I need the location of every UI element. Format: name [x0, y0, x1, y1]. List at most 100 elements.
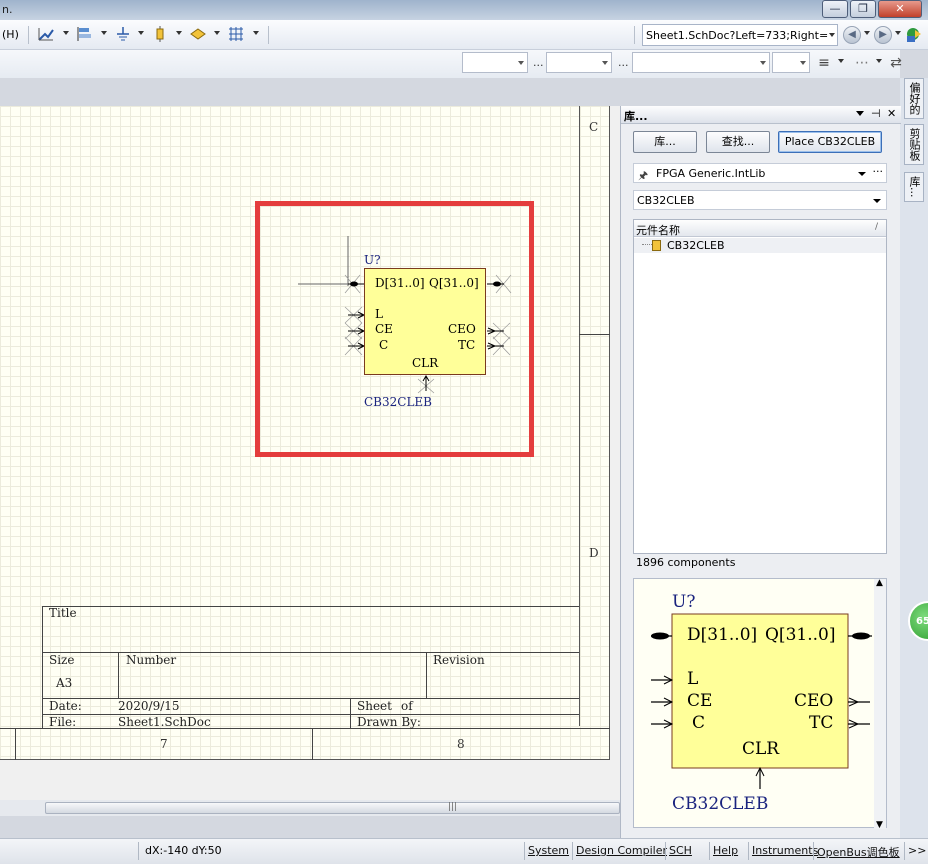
arrange-icon[interactable]: ⇄ [886, 54, 906, 72]
status-system-button[interactable]: System [524, 842, 572, 860]
status-help-button[interactable]: Help [709, 842, 741, 860]
title-block-line [426, 652, 427, 698]
libraries-button[interactable]: 库... [633, 131, 697, 153]
component-preview: U? D[31..0] Q[31..0] L CE C CEO TC CLR C… [633, 578, 887, 830]
drawing-tools-dropdown-icon[interactable] [63, 31, 69, 35]
grid-dropdown-icon[interactable] [253, 31, 259, 35]
power-dropdown-icon[interactable] [138, 31, 144, 35]
scrollbar-thumb[interactable]: ||| [45, 802, 620, 814]
preview-pin-clr: CLR [742, 739, 780, 759]
zone-label-d: D [589, 546, 599, 560]
status-sch-button[interactable]: SCH [665, 842, 695, 860]
window-titlebar: n. — ❐ ✕ [0, 0, 928, 20]
pin-panel-icon[interactable]: ⊣ [871, 107, 881, 120]
sheet-label: Sheet [357, 699, 392, 713]
sheet-symbol-icon[interactable] [188, 26, 208, 44]
chevron-down-icon [873, 199, 881, 203]
highlight-annotation [255, 201, 534, 457]
line-style-dropdown-icon[interactable] [838, 59, 844, 63]
size-combo[interactable] [546, 52, 612, 73]
schematic-canvas[interactable]: C D Title Size A3 Number Revision Date: … [0, 106, 620, 800]
size-value: A3 [56, 676, 73, 690]
font-more-button[interactable]: ... [533, 56, 544, 69]
chevron-down-icon [518, 61, 524, 65]
title-block-line [42, 606, 579, 607]
chevron-up-icon[interactable]: ▲ [876, 578, 883, 588]
cursor-delta: dX:-140 dY:50 [138, 842, 228, 860]
tab-clipboard[interactable]: 剪贴板 [904, 124, 924, 165]
filter-value: CB32CLEB [637, 194, 695, 207]
minimize-button[interactable]: — [822, 0, 848, 18]
component-dropdown-icon[interactable] [176, 31, 182, 35]
preview-pin-tc: TC [809, 713, 834, 733]
status-more-button[interactable]: >> [904, 842, 928, 860]
dash-dropdown-icon[interactable] [876, 59, 882, 63]
grid-icon[interactable] [226, 26, 246, 44]
sort-icon: / [874, 222, 878, 232]
column-header-name[interactable]: 元件名称 / [634, 220, 886, 237]
maximize-button[interactable]: ❐ [850, 0, 876, 18]
of-label: of [401, 699, 413, 713]
width-combo[interactable] [772, 52, 810, 73]
forward-dropdown-icon[interactable] [895, 31, 901, 35]
title-block-line [350, 698, 351, 728]
revision-label: Revision [433, 653, 485, 667]
place-component-button[interactable]: Place CB32CLEB [778, 131, 882, 153]
style-combo[interactable] [632, 52, 770, 73]
back-icon[interactable]: ◀ [843, 26, 861, 44]
chevron-down-icon [602, 61, 608, 65]
wiring-toolbar: (H) Sheet1.SchDoc?Left=733;Right= ◀ ▶ [0, 20, 928, 50]
address-dropdown-icon[interactable] [829, 33, 835, 37]
toolbar-separator [634, 26, 635, 44]
component-list[interactable]: 元件名称 / CB32CLEB [633, 219, 887, 554]
grip-icon: ||| [448, 802, 458, 812]
date-label: Date: [49, 699, 82, 713]
preview-symbol [651, 613, 872, 789]
home-icon[interactable] [903, 26, 923, 44]
tab-favorites[interactable]: 偏好的 [904, 78, 924, 119]
tree-connector [642, 244, 652, 245]
component-icon[interactable] [150, 26, 170, 44]
status-openbus-button[interactable]: OpenBus调色板 [813, 842, 903, 860]
panel-menu-icon[interactable] [856, 111, 864, 116]
library-options-button[interactable]: ··· [873, 165, 884, 178]
align-tools-icon[interactable] [75, 26, 95, 44]
power-port-icon[interactable] [113, 26, 133, 44]
drawing-tools-icon[interactable] [36, 26, 56, 44]
search-button[interactable]: 查找... [706, 131, 770, 153]
close-window-button[interactable]: ✕ [878, 0, 922, 18]
preview-pin-c: C [692, 713, 706, 733]
column-header-label: 元件名称 [636, 224, 680, 237]
preview-scrollbar[interactable]: ▲ ▼ [874, 578, 886, 830]
tab-libraries[interactable]: 库... [904, 172, 924, 202]
size-more-button[interactable]: ... [618, 56, 629, 69]
toolbar-separator [268, 26, 269, 44]
dash-style-icon[interactable]: ⋯ [852, 54, 872, 72]
sheet-border [579, 106, 580, 726]
toolbar-separator [28, 26, 29, 44]
title-block-line [42, 652, 579, 653]
library-select[interactable]: 🖈 FPGA Generic.IntLib ··· [633, 163, 887, 183]
library-panel: 库... ⊣ ✕ 库... 查找... Place CB32CLEB 🖈 FPG… [620, 106, 901, 838]
horizontal-scrollbar[interactable]: ||| [0, 800, 620, 816]
sheet-dropdown-icon[interactable] [214, 31, 220, 35]
help-menu[interactable]: (H) [2, 28, 19, 41]
font-combo[interactable] [462, 52, 528, 73]
file-label: File: [49, 715, 77, 729]
date-value: 2020/9/15 [118, 699, 180, 713]
back-dropdown-icon[interactable] [864, 31, 870, 35]
status-instruments-button[interactable]: Instruments [748, 842, 821, 860]
component-filter-combo[interactable]: CB32CLEB [633, 190, 887, 210]
status-design-compiler-button[interactable]: Design Compiler [572, 842, 670, 860]
line-style-icon[interactable]: ≡ [814, 54, 834, 72]
forward-icon[interactable]: ▶ [874, 26, 892, 44]
library-icon: 🖈 [638, 169, 649, 182]
list-item-label: CB32CLEB [667, 239, 725, 252]
align-dropdown-icon[interactable] [101, 31, 107, 35]
address-bar[interactable]: Sheet1.SchDoc?Left=733;Right= [642, 24, 838, 46]
list-item[interactable]: CB32CLEB [634, 238, 886, 253]
close-panel-icon[interactable]: ✕ [887, 107, 896, 120]
library-panel-title: 库... [624, 110, 648, 123]
column-label-8: 8 [457, 737, 465, 751]
chevron-down-icon[interactable]: ▼ [876, 820, 883, 830]
